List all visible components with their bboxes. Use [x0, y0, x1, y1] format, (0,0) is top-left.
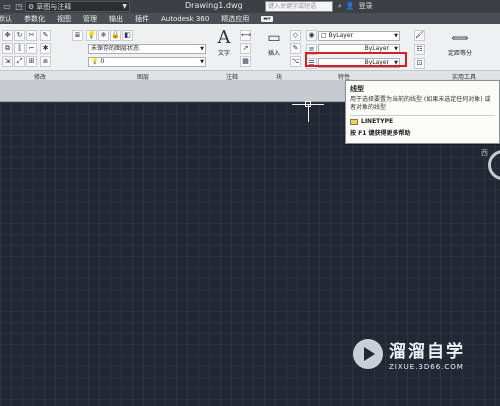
tab-output[interactable]: 输出	[109, 14, 123, 24]
layer-freeze-icon[interactable]: ❄	[98, 30, 109, 41]
tooltip-command: LINETYPE	[350, 118, 495, 125]
workspace-dropdown[interactable]: ⚙ 草图与注释 ▼	[25, 1, 130, 12]
offset-icon[interactable]: ⧈	[40, 56, 51, 67]
tab-home[interactable]: 默认	[0, 14, 12, 24]
watermark-logo-icon	[353, 339, 383, 369]
layer-state-value: 未保存的图层状态	[91, 45, 140, 52]
copy-icon[interactable]: ⧉	[2, 43, 13, 54]
layer-lock-icon[interactable]: 🔒	[110, 30, 121, 41]
command-icon	[350, 118, 358, 125]
edit-block-icon[interactable]: ✎	[290, 43, 301, 54]
document-title: Drawing1.dwg	[185, 1, 243, 10]
tooltip-divider	[350, 115, 495, 116]
watermark-url: ZIXUE.3D66.COM	[389, 363, 464, 371]
viewcube-label: 西	[481, 149, 488, 157]
tab-autodesk-360[interactable]: Autodesk 360	[161, 15, 209, 23]
crosshair-pickbox	[305, 101, 311, 107]
layer-state-dropdown[interactable]: 未保存的图层状态 ▼	[88, 44, 206, 54]
explode-icon[interactable]: ✱	[40, 43, 51, 54]
tooltip-command-name: LINETYPE	[361, 118, 394, 125]
layer-match-icon[interactable]: ◧	[122, 30, 133, 41]
insert-block-icon: ▭	[267, 30, 281, 46]
watermark: 溜溜自学 ZIXUE.3D66.COM	[353, 337, 465, 371]
color-value: ByLayer	[328, 32, 353, 39]
text-button-label: 文字	[217, 50, 230, 57]
title-bar-right: ⌕ 👤 登录	[338, 1, 373, 11]
array-icon[interactable]: ⊞	[26, 56, 37, 67]
leader-icon[interactable]: ↗	[240, 43, 251, 54]
chevron-down-icon: ▼	[200, 59, 204, 65]
linetype-highlight	[305, 52, 407, 67]
title-bar: ▭ ◳ ⚙ 草图与注释 ▼ Drawing1.dwg 键入关键字或短语 ⌕ 👤 …	[0, 0, 500, 13]
dimension-icon[interactable]: ⟷	[240, 30, 251, 41]
text-button[interactable]: A 文字	[212, 27, 236, 58]
tooltip-title: 线型	[350, 85, 364, 93]
watermark-title: 溜溜自学	[389, 342, 465, 362]
trim-icon[interactable]: ✂	[26, 30, 37, 41]
mirror-icon[interactable]: ⫿	[14, 43, 25, 54]
linetype-tooltip: 线型 用于选择要置为当前的线型 (如果未选定任何对象) 或者对象的线型 LINE…	[345, 80, 500, 144]
list-icon[interactable]: ☷	[414, 44, 425, 55]
chevron-down-icon: ▼	[200, 46, 204, 52]
tab-parametric[interactable]: 参数化	[24, 14, 45, 24]
ribbon-tabs: 默认 参数化 视图 管理 输出 插件 Autodesk 360 精选应用 ▬▾	[0, 13, 500, 24]
insert-button-label: 插入	[267, 50, 280, 57]
layer-dropdown[interactable]: 💡 0 ▼	[88, 57, 206, 67]
watermark-text: 溜溜自学 ZIXUE.3D66.COM	[389, 337, 465, 371]
tooltip-help: 按 F1 键获得更多帮助	[350, 130, 411, 137]
ruler-icon: ⟺	[451, 31, 469, 45]
chevron-down-icon: ▼	[394, 33, 398, 39]
insert-button[interactable]: ▭ 插入	[262, 28, 286, 57]
open-icon[interactable]: ◳	[14, 2, 24, 11]
tab-manage[interactable]: 管理	[83, 14, 97, 24]
tab-featured-apps[interactable]: 精选应用	[221, 14, 249, 24]
fillet-icon[interactable]: ⌐	[26, 43, 37, 54]
search-icon[interactable]: ⌕	[338, 2, 342, 11]
ribbon-toggle-icon[interactable]: ▬▾	[261, 15, 273, 22]
tab-view[interactable]: 视图	[57, 14, 71, 24]
sign-in-link[interactable]: 登录	[359, 1, 373, 11]
measure-button-label: 定距等分	[447, 50, 472, 57]
lineweight-value: ByLayer	[364, 45, 389, 52]
ribbon-panel-titles: 修改 图层 注释 块 特性 实用工具	[0, 70, 500, 81]
quick-access-toolbar: ▭ ◳	[0, 2, 24, 11]
chevron-down-icon: ▼	[122, 3, 127, 10]
color-swatch-icon: □	[321, 32, 327, 39]
move-icon[interactable]: ✥	[2, 30, 13, 41]
stretch-icon[interactable]: ⇲	[2, 56, 13, 67]
tooltip-description: 用于选择要置为当前的线型 (如果未选定任何对象) 或者对象的线型	[350, 96, 491, 111]
user-icon[interactable]: 👤	[346, 2, 355, 10]
search-input[interactable]: 键入关键字或短语	[265, 1, 333, 12]
text-icon: A	[217, 27, 231, 48]
rotate-icon[interactable]: ↻	[14, 30, 25, 41]
match-properties-icon[interactable]: 🖌	[414, 30, 425, 41]
create-block-icon[interactable]: ◇	[290, 30, 301, 41]
edit-attribute-icon[interactable]: ⌥	[290, 56, 301, 67]
new-icon[interactable]: ▭	[2, 2, 12, 11]
tab-plugins[interactable]: 插件	[135, 14, 149, 24]
quick-select-icon[interactable]: ⊡	[414, 58, 425, 69]
table-icon[interactable]: ▦	[240, 56, 251, 67]
workspace-label: 草图与注释	[36, 2, 72, 11]
lightbulb-icon: 💡	[91, 58, 99, 65]
measure-button[interactable]: ⟺ 定距等分	[440, 28, 480, 57]
layer-properties-icon[interactable]: ≣	[72, 30, 83, 41]
erase-icon[interactable]: ✎	[40, 30, 51, 41]
scale-icon[interactable]: ⤢	[14, 56, 25, 67]
color-dropdown[interactable]: □ ByLayer ▼	[318, 31, 400, 41]
layer-off-icon[interactable]: 💡	[86, 30, 97, 41]
gear-icon: ⚙	[28, 2, 35, 11]
color-wheel-icon[interactable]: ◉	[306, 30, 317, 41]
layer-current-value: 0	[100, 58, 105, 65]
